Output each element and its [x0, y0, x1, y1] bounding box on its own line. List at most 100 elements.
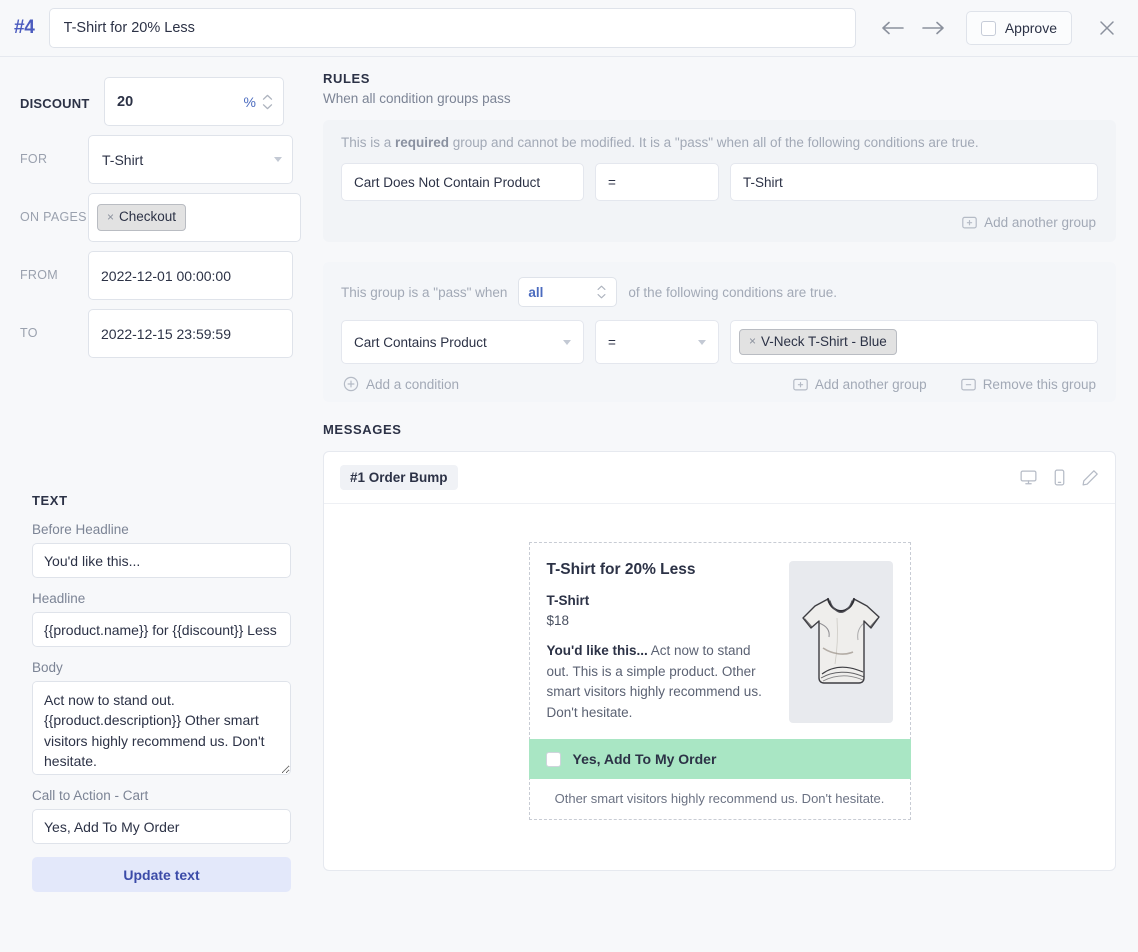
discount-stepper[interactable]: [262, 94, 283, 110]
text-heading: TEXT: [32, 493, 291, 508]
to-row: TO: [0, 309, 323, 358]
condition-value: T-Shirt: [730, 163, 1098, 201]
add-another-group-button-required[interactable]: Add another group: [962, 215, 1096, 230]
order-bump-footer: Other smart visitors highly recommend us…: [530, 779, 910, 819]
page-chip-checkout[interactable]: × Checkout: [97, 204, 186, 231]
remove-group-button[interactable]: Remove this group: [961, 377, 1096, 392]
match-type-stepper[interactable]: [596, 285, 607, 299]
approve-checkbox[interactable]: [981, 21, 996, 36]
condition-operator: =: [595, 163, 719, 201]
close-button[interactable]: [1090, 11, 1124, 45]
body-textarea[interactable]: [32, 681, 291, 775]
cta-text: Yes, Add To My Order: [573, 751, 717, 767]
order-bump-cta[interactable]: Yes, Add To My Order: [529, 739, 911, 779]
percent-symbol: %: [244, 94, 262, 110]
offer-title-input[interactable]: [49, 8, 856, 48]
condition-value-tags[interactable]: × V-Neck T-Shirt - Blue: [730, 320, 1098, 364]
mobile-icon[interactable]: [1053, 469, 1066, 486]
add-another-group-button[interactable]: Add another group: [793, 377, 927, 392]
previous-offer-button[interactable]: [878, 13, 908, 43]
on-pages-label: ON PAGES: [20, 193, 88, 226]
for-row: FOR T-Shirt: [0, 135, 323, 184]
body-label: Body: [32, 660, 291, 675]
message-card: #1 Order Bump: [323, 451, 1116, 871]
match-type-value: all: [528, 285, 596, 300]
to-field[interactable]: [88, 309, 293, 358]
approve-button[interactable]: Approve: [966, 11, 1072, 45]
chip-remove-icon[interactable]: ×: [749, 335, 756, 348]
required-group-note: This is a required group and cannot be m…: [341, 135, 1098, 150]
next-offer-button[interactable]: [918, 13, 948, 43]
group-match-line: This group is a "pass" when all of the f…: [341, 277, 1098, 307]
text-panel: TEXT Before Headline Headline Body Call …: [0, 493, 323, 892]
add-condition-label: Add a condition: [366, 377, 459, 392]
to-label: TO: [20, 309, 88, 342]
match-type-select[interactable]: all: [518, 277, 617, 307]
update-text-button[interactable]: Update text: [32, 857, 291, 892]
for-value: T-Shirt: [89, 152, 274, 168]
rules-subheading: When all condition groups pass: [323, 91, 1116, 106]
condition-operator-text: =: [608, 175, 706, 190]
condition-field-select[interactable]: Cart Contains Product: [341, 320, 584, 364]
condition-operator-select[interactable]: =: [595, 320, 719, 364]
headline-label: Headline: [32, 591, 291, 606]
top-bar: #4 Approve: [0, 0, 1138, 57]
preview-description: You'd like this... Act now to stand out.…: [547, 641, 775, 723]
discount-field[interactable]: %: [104, 77, 284, 126]
condition-field-text: Cart Does Not Contain Product: [354, 175, 571, 190]
pass-suffix-text: of the following conditions are true.: [628, 285, 837, 300]
condition-field: Cart Does Not Contain Product: [341, 163, 584, 201]
preview-product-name: T-Shirt: [547, 593, 775, 608]
add-group-icon: [793, 377, 808, 392]
desktop-icon[interactable]: [1020, 469, 1037, 486]
order-bump-content: T-Shirt for 20% Less T-Shirt $18 You'd l…: [530, 543, 910, 739]
on-pages-row: ON PAGES × Checkout: [0, 193, 323, 242]
editable-condition-group: This group is a "pass" when all of the f…: [323, 262, 1116, 402]
from-field[interactable]: [88, 251, 293, 300]
chevron-down-icon: [274, 157, 282, 162]
before-headline-input[interactable]: [32, 543, 291, 578]
message-card-header: #1 Order Bump: [324, 452, 1115, 504]
chevron-down-icon: [596, 293, 607, 299]
pencil-icon[interactable]: [1082, 469, 1099, 486]
discount-row: DISCOUNT %: [0, 77, 323, 126]
for-label: FOR: [20, 135, 88, 168]
to-input[interactable]: [89, 310, 292, 357]
condition-operator-text: =: [608, 335, 698, 350]
on-pages-field[interactable]: × Checkout: [88, 193, 301, 242]
condition-value-text: T-Shirt: [743, 175, 1085, 190]
product-image: [789, 561, 893, 723]
add-condition-icon: [343, 376, 359, 392]
t-shirt-illustration: [797, 590, 885, 694]
editable-group-actions: Add a condition Add another group Remove…: [341, 376, 1098, 396]
before-headline-label: Before Headline: [32, 522, 291, 537]
discount-label: DISCOUNT: [20, 77, 104, 113]
message-preview-area: T-Shirt for 20% Less T-Shirt $18 You'd l…: [324, 504, 1115, 870]
editable-condition-row: Cart Contains Product = × V-Neck T-Shirt…: [341, 320, 1098, 364]
rules-heading: RULES: [323, 71, 1116, 86]
message-badge[interactable]: #1 Order Bump: [340, 465, 458, 490]
message-view-toggles: [1020, 469, 1099, 486]
cta-input[interactable]: [32, 809, 291, 844]
add-condition-button[interactable]: Add a condition: [343, 376, 459, 392]
navigation-arrows: [878, 13, 948, 43]
product-chip-vneck[interactable]: × V-Neck T-Shirt - Blue: [739, 329, 897, 356]
order-bump-preview: T-Shirt for 20% Less T-Shirt $18 You'd l…: [529, 542, 911, 820]
chevron-down-icon: [698, 340, 706, 345]
add-group-icon: [962, 215, 977, 230]
cta-checkbox[interactable]: [546, 752, 561, 767]
headline-input[interactable]: [32, 612, 291, 647]
left-column: DISCOUNT % FOR T-Shirt: [0, 57, 323, 892]
pass-prefix-text: This group is a "pass" when: [341, 285, 507, 300]
page-body: DISCOUNT % FOR T-Shirt: [0, 57, 1138, 892]
discount-input[interactable]: [105, 78, 244, 125]
from-input[interactable]: [89, 252, 292, 299]
approve-label: Approve: [1005, 20, 1057, 36]
offer-number: #4: [14, 17, 35, 39]
required-group-actions: Add another group: [341, 205, 1098, 232]
preview-description-bold: You'd like this...: [547, 643, 648, 658]
messages-heading: MESSAGES: [323, 422, 1116, 437]
preview-title: T-Shirt for 20% Less: [547, 561, 775, 579]
for-select[interactable]: T-Shirt: [88, 135, 293, 184]
chip-remove-icon[interactable]: ×: [107, 211, 114, 224]
